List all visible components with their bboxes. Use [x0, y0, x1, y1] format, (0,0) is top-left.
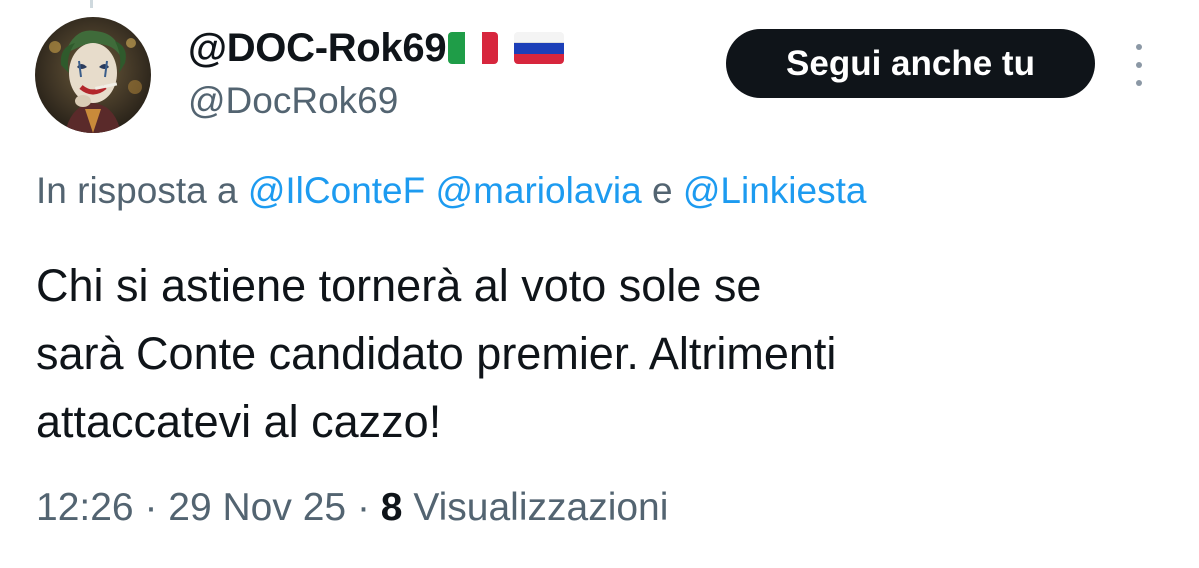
menu-dot	[1136, 62, 1142, 68]
vertical-ellipsis-icon[interactable]	[1127, 44, 1151, 86]
tweet-body: Chi si astiene tornerà al voto sole se s…	[36, 252, 1156, 456]
mention-link[interactable]: @IlConteF	[248, 170, 425, 211]
russia-flag-icon	[514, 32, 565, 64]
views-count: 8	[380, 486, 403, 529]
author-display-name[interactable]: @DOC-Rok69	[188, 26, 447, 71]
menu-dot	[1136, 80, 1142, 86]
avatar[interactable]	[35, 17, 151, 133]
mention-link[interactable]: @Linkiesta	[683, 170, 867, 211]
reply-context: In risposta a @IlConteF @mariolavia e @L…	[36, 170, 866, 212]
views-label[interactable]: Visualizzazioni	[413, 486, 668, 529]
tweet-time[interactable]: 12:26	[36, 486, 134, 529]
tweet-text-line: sarà Conte candidato premier. Altrimenti	[36, 328, 837, 379]
author-name-row[interactable]: @DOC-Rok69	[188, 24, 565, 72]
reply-prefix: In risposta a	[36, 170, 238, 211]
tweet-text-line: attaccatevi al cazzo!	[36, 396, 442, 447]
tweet-metadata: 12:26 · 29 Nov 25 · 8 Visualizzazioni	[36, 486, 668, 530]
thread-connector-line	[90, 0, 93, 8]
menu-dot	[1136, 44, 1142, 50]
follow-button[interactable]: Segui anche tu	[726, 29, 1095, 98]
mention-link[interactable]: @mariolavia	[436, 170, 642, 211]
avatar-image	[35, 17, 151, 133]
italy-flag-icon	[448, 32, 499, 64]
reply-conjunction: e	[652, 170, 673, 211]
meta-separator: ·	[356, 486, 370, 529]
author-handle[interactable]: @DocRok69	[188, 80, 398, 122]
tweet-date[interactable]: 29 Nov 25	[168, 486, 346, 529]
tweet-text-line: Chi si astiene tornerà al voto sole se	[36, 260, 762, 311]
meta-separator: ·	[144, 486, 158, 529]
